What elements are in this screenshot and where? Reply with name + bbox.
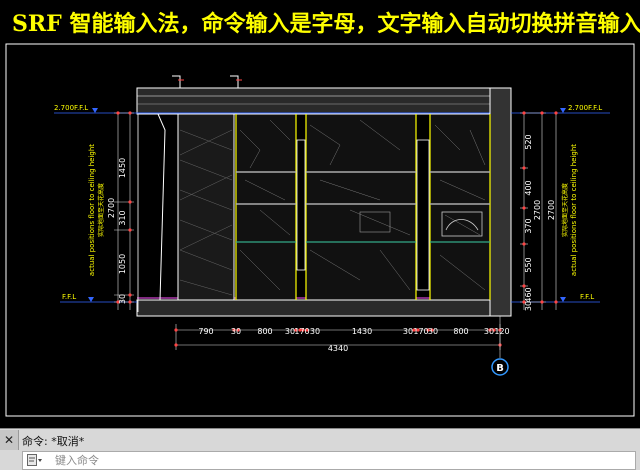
left-dim-3: 1050 bbox=[118, 254, 127, 274]
level-marker-top-left: 2.700F.F.L bbox=[54, 104, 137, 114]
drawing-canvas[interactable]: 2.700F.F.L 2.700F.F.L F.F.L F.F.L 1450 3… bbox=[0, 40, 640, 428]
left-note-cn: 实际地面至天花高度 bbox=[97, 183, 105, 237]
right-dim-total-a: 2700 bbox=[533, 200, 542, 220]
h-dim-5: 170 bbox=[294, 327, 309, 336]
h-dim-13: 120 bbox=[494, 327, 509, 336]
banner-text: SRF 智能输入法，命令输入是字母，文字输入自动切换拼音输入法 bbox=[12, 11, 640, 37]
ceiling-hanger-2 bbox=[230, 75, 239, 88]
command-history: 命令: *取消* bbox=[22, 435, 85, 448]
cabinet-center bbox=[305, 113, 417, 301]
left-dim-total: 2700 bbox=[107, 198, 116, 218]
cabinet-right bbox=[429, 113, 491, 301]
h-dim-2: 30 bbox=[231, 327, 241, 336]
ceiling-slab bbox=[136, 87, 512, 115]
level-label-top-right: 2.700F.F.L bbox=[568, 104, 602, 112]
left-dim-2: 310 bbox=[118, 210, 127, 225]
left-wall bbox=[157, 113, 166, 301]
command-line-icon[interactable] bbox=[27, 454, 43, 466]
right-wall bbox=[489, 87, 512, 317]
strip-right bbox=[416, 139, 430, 291]
command-input[interactable] bbox=[55, 452, 615, 469]
left-note-en: actual positions floor to ceiling height bbox=[88, 144, 96, 276]
level-marker-top-right: 2.700F.F.L bbox=[511, 104, 610, 114]
right-dim-total-b: 2700 bbox=[547, 200, 556, 220]
h-dim-6: 30 bbox=[310, 327, 320, 336]
banner: SRF 智能输入法，命令输入是字母，文字输入自动切换拼音输入法 bbox=[0, 0, 640, 40]
stone-panel bbox=[177, 113, 235, 301]
h-dim-3: 800 bbox=[257, 327, 272, 336]
h-dim-11: 800 bbox=[453, 327, 468, 336]
level-label-bottom-left: F.F.L bbox=[62, 293, 76, 301]
close-icon[interactable]: ✕ bbox=[0, 430, 19, 450]
cad-drawing[interactable]: 2.700F.F.L 2.700F.F.L F.F.L F.F.L 1450 3… bbox=[0, 40, 640, 428]
h-dim-10: 30 bbox=[428, 327, 438, 336]
h-dim-total: 4340 bbox=[328, 344, 348, 353]
left-dim-1: 1450 bbox=[118, 158, 127, 178]
h-dim-1: 790 bbox=[198, 327, 213, 336]
level-label-bottom-right: F.F.L bbox=[580, 293, 594, 301]
right-dim-2: 400 bbox=[524, 180, 533, 195]
command-input-row[interactable] bbox=[22, 451, 636, 470]
ceiling-hanger-1 bbox=[172, 75, 181, 88]
h-dim-7: 1430 bbox=[352, 327, 372, 336]
right-note-en: actual positions floor to ceiling height bbox=[570, 144, 578, 276]
strip-left bbox=[296, 139, 306, 271]
h-dim-9: 170 bbox=[413, 327, 428, 336]
floor-slab bbox=[136, 299, 512, 317]
command-panel: ✕ 命令: *取消* bbox=[0, 428, 640, 470]
right-dim-5: 460 bbox=[524, 287, 533, 302]
right-note-cn: 实际地面至天花高度 bbox=[561, 183, 569, 237]
grid-bubble-label: B bbox=[496, 363, 504, 374]
left-dim-4: 30 bbox=[118, 294, 127, 304]
h-dim-8: 30 bbox=[403, 327, 413, 336]
cabinet-left bbox=[235, 113, 297, 301]
level-label-top-left: 2.700F.F.L bbox=[54, 104, 88, 112]
right-dim-4: 550 bbox=[524, 257, 533, 272]
right-dim-6: 30 bbox=[524, 301, 533, 311]
h-dim-12: 30 bbox=[484, 327, 494, 336]
right-dim-1: 520 bbox=[524, 134, 533, 149]
right-dim-3: 370 bbox=[524, 218, 533, 233]
